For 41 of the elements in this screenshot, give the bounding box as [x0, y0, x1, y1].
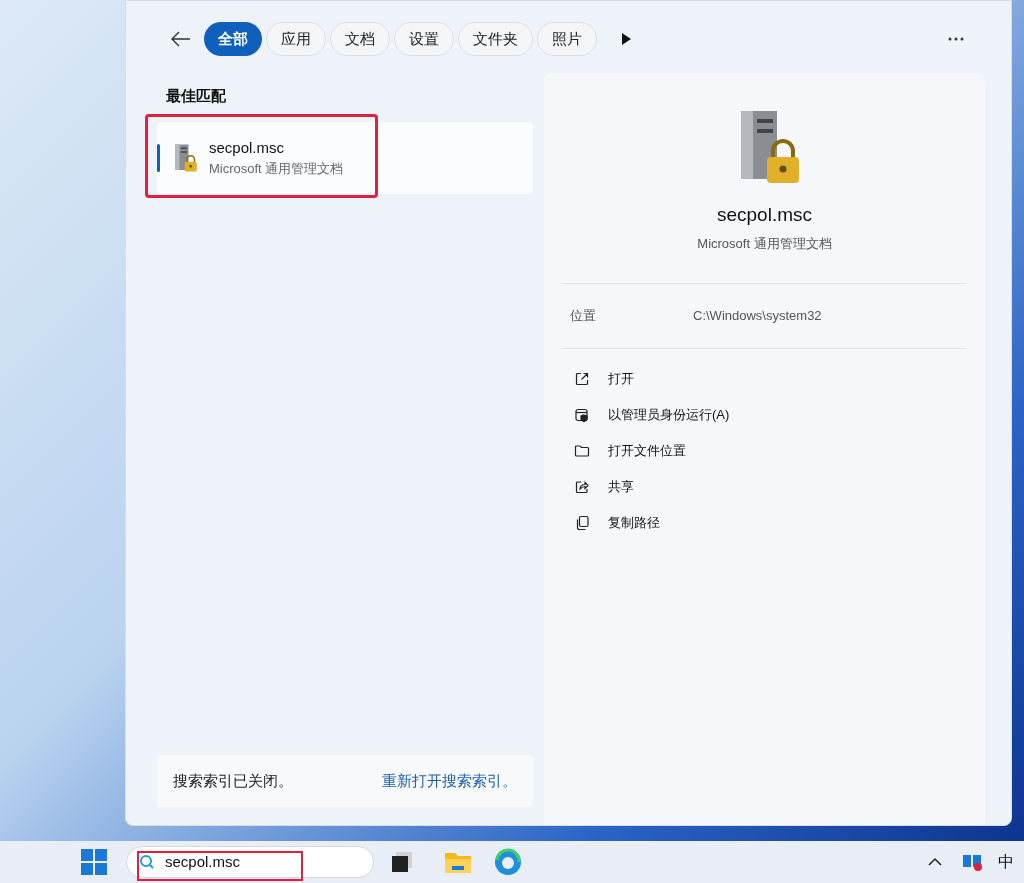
filter-tab[interactable]: 全部: [204, 22, 262, 56]
browser-icon[interactable]: [494, 848, 522, 876]
location-path: C:\Windows\system32: [693, 307, 822, 326]
preview-type: Microsoft 通用管理文档: [697, 234, 832, 253]
action-item[interactable]: 打开文件位置: [562, 433, 698, 469]
filter-tab[interactable]: 文件夹: [458, 22, 533, 56]
filter-tab[interactable]: 设置: [394, 22, 454, 56]
reopen-index-link[interactable]: 重新打开搜索索引。: [382, 769, 517, 793]
result-item[interactable]: secpol.msc Microsoft 通用管理文档: [157, 121, 533, 194]
search-icon: [139, 854, 155, 870]
network-status-icon[interactable]: [962, 852, 984, 872]
share-icon: [574, 479, 590, 495]
action-item[interactable]: 复制路径: [562, 505, 672, 541]
back-arrow-icon: [171, 31, 191, 47]
preview-name: secpol.msc: [717, 203, 812, 227]
input-method-indicator[interactable]: 中: [998, 850, 1014, 874]
filter-tab[interactable]: 应用: [266, 22, 326, 56]
section-heading: 最佳匹配: [166, 86, 227, 106]
task-view-icon[interactable]: [390, 850, 414, 874]
result-name: secpol.msc: [209, 137, 286, 158]
filter-tab[interactable]: 照片: [537, 22, 597, 56]
folder-icon[interactable]: [444, 850, 472, 874]
more-icon: [948, 37, 964, 41]
action-item[interactable]: 打开: [562, 361, 646, 397]
selection-indicator: [157, 143, 160, 172]
window-shield-icon: [574, 407, 590, 423]
action-item[interactable]: 以管理员身份运行(A): [562, 397, 742, 433]
result-type: Microsoft 通用管理文档: [209, 160, 344, 178]
filter-tab[interactable]: 文档: [330, 22, 390, 56]
chevron-up-icon[interactable]: [928, 857, 942, 867]
taskbar-search-field[interactable]: secpol.msc: [126, 846, 374, 878]
action-item[interactable]: 共享: [562, 469, 646, 505]
open-external-icon: [574, 371, 590, 387]
search-value: secpol.msc: [165, 851, 241, 872]
windows-logo-icon: [81, 849, 107, 875]
copy-icon: [574, 515, 590, 531]
location-label: 位置: [570, 307, 597, 326]
start-button[interactable]: [80, 848, 108, 876]
notice-text: 搜索索引已关闭。: [173, 770, 293, 791]
folder-icon: [574, 443, 590, 459]
play-icon: [621, 33, 631, 45]
